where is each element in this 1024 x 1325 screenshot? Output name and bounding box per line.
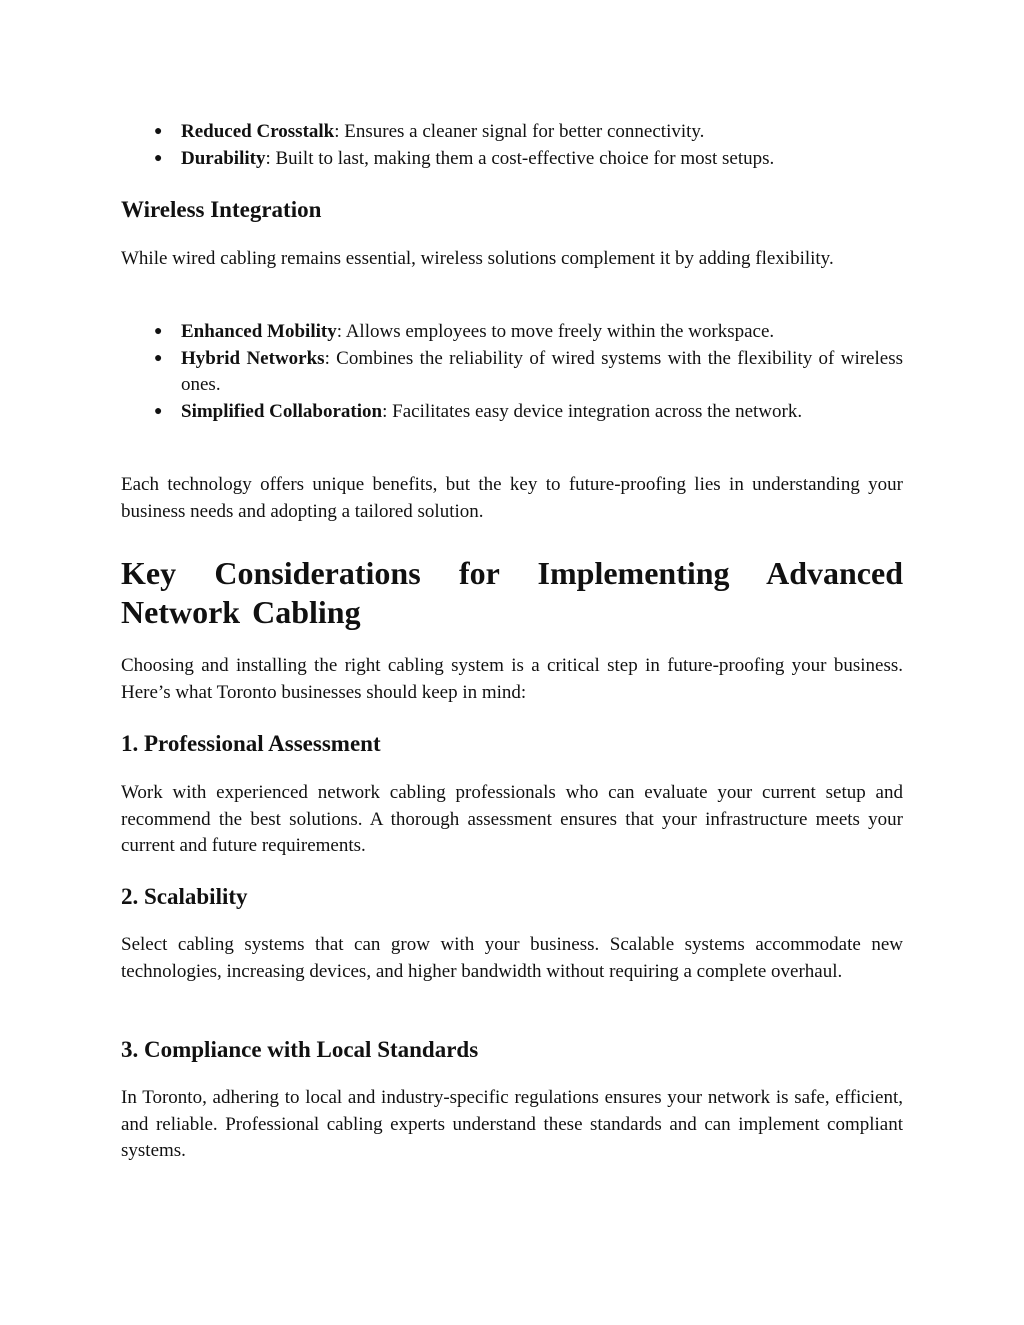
main-heading-key-considerations: Key Considerations for Implementing Adva… [121,555,903,630]
compliance-paragraph: In Toronto, adhering to local and indust… [121,1087,903,1161]
bullet-icon: ● [154,350,163,366]
bullet-icon: ● [154,150,163,166]
list-item-term: Simplified Collaboration [181,400,383,422]
list-item-reduced-crosstalk: ● Reduced Crosstalk: Ensures a cleaner s… [121,119,903,146]
list-item-text: : Ensures a cleaner signal for better co… [334,121,705,142]
list-item-term: Enhanced Mobility [181,321,337,342]
section-heading-wireless-integration: Wireless Integration [121,197,322,222]
wireless-bullet-list: ● Enhanced Mobility: Allows employees to… [121,319,903,425]
top-bullet-list-container: ● Reduced Crosstalk: Ensures a cleaner s… [121,119,903,172]
list-item-hybrid-networks: ● Hybrid Networks: Combines the reliabil… [121,346,903,399]
section-heading-scalability: 2. Scalability [121,884,248,909]
bullet-icon: ● [154,124,163,139]
list-item-term: Hybrid Networks [181,347,325,369]
list-item-text: : Built to last, making them a cost-effe… [265,147,775,169]
considerations-intro-paragraph: Choosing and installing the right cablin… [121,655,903,703]
professional-assessment-paragraph: Work with experienced network cabling pr… [121,782,903,856]
wireless-closing-paragraph: Each technology offers unique benefits, … [121,474,903,522]
wireless-intro-paragraph: While wired cabling remains essential, w… [121,248,834,269]
list-item-term: Reduced Crosstalk [181,121,335,142]
top-bullet-list: ● Reduced Crosstalk: Ensures a cleaner s… [121,119,903,172]
section-heading-professional-assessment: 1. Professional Assessment [121,731,381,756]
list-item-text: : Allows employees to move freely within… [336,321,775,342]
list-item-enhanced-mobility: ● Enhanced Mobility: Allows employees to… [121,319,903,346]
list-item-term: Durability [181,147,266,169]
bullet-icon: ● [154,403,163,419]
section-heading-compliance: 3. Compliance with Local Standards [121,1037,479,1062]
bullet-icon: ● [154,324,163,339]
wireless-bullet-list-container: ● Enhanced Mobility: Allows employees to… [121,319,903,425]
list-item-durability: ● Durability: Built to last, making them… [121,146,903,173]
list-item-simplified-collaboration: ● Simplified Collaboration: Facilitates … [121,399,903,426]
list-item-text: : Facilitates easy device integration ac… [382,400,803,422]
scalability-paragraph: Select cabling systems that can grow wit… [121,934,903,982]
